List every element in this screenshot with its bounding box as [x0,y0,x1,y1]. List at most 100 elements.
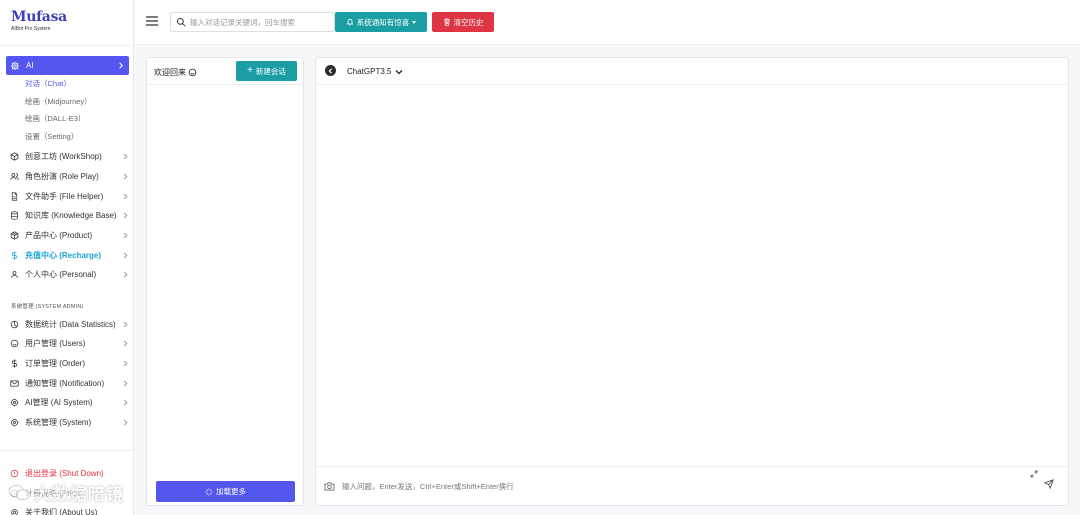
sidebar-item-system[interactable]: 系统管理 (System) [10,415,128,429]
welcome-text: 欢迎回来 [154,67,197,78]
model-name: ChatGPT3.5 [347,67,392,76]
bell-icon [346,18,354,26]
brand-subtitle: AIBot Pro System [11,26,51,32]
sidebar-item-label: 订单管理 (Order) [25,358,85,368]
chevron-right-icon [123,360,128,367]
sidebar-item-notification[interactable]: 通知管理 (Notification) [10,376,128,390]
sidebar-item-label: 数据统计 (Data Statistics) [25,319,116,329]
welcome-label: 欢迎回来 [154,68,186,77]
chevron-right-icon [123,321,128,328]
sidebar-item-users[interactable]: 用户管理 (Users) [10,336,128,350]
sidebar-item-label: 通知管理 (Notification) [25,378,105,388]
plus-icon: + [247,65,253,76]
chevron-right-icon [123,232,128,239]
search-icon [176,17,186,27]
chevron-right-icon [123,380,128,387]
new-conversation-label: 新建会话 [255,66,286,76]
sidebar-item-product[interactable]: 产品中心 (Product) [10,228,128,242]
chevron-down-icon [395,69,403,75]
chevron-right-icon [123,212,128,219]
notify-label: 系统通知有惊喜 [356,17,410,27]
chat-message-input[interactable] [342,478,1002,494]
power-icon [10,469,19,478]
chevron-right-icon [118,62,124,69]
send-icon[interactable] [1044,479,1054,489]
gear-icon [10,61,20,71]
top-header: 系统通知有惊喜 清空历史 [135,0,1080,45]
watermark: 大数据暗镜 [8,480,124,505]
camera-icon[interactable] [324,481,335,491]
sidebar-item-workshop[interactable]: 创意工坊 (WorkShop) [10,149,128,163]
brand-title: Mufasa [11,9,67,25]
chevron-right-icon [123,252,128,259]
sidebar-item-shut-down[interactable]: 退出登录 (Shut Down) [10,466,128,480]
sidebar-subitem-dalle3[interactable]: 绘画（DALL-E3） [25,113,85,125]
conversation-list-header: 欢迎回来 + 新建会话 [147,58,303,85]
pie-chart-icon [10,320,19,329]
sidebar-item-label: 角色扮演 (Role Play) [25,171,99,181]
loading-spinner-icon [205,488,213,496]
sidebar-item-recharge[interactable]: 充值中心 (Recharge) [10,248,128,262]
sidebar-item-ai[interactable]: AI [6,56,129,75]
sidebar-item-label: 知识库 (Knowledge Base) [25,210,117,220]
sidebar-item-role-play[interactable]: 角色扮演 (Role Play) [10,169,128,183]
sidebar-item-knowledge-base[interactable]: 知识库 (Knowledge Base) [10,208,128,222]
sidebar-item-label: 用户管理 (Users) [25,338,86,348]
file-icon [10,191,19,201]
expand-icon[interactable] [1030,470,1038,478]
watermark-text: 大数据暗镜 [34,485,124,504]
sidebar: Mufasa AIBot Pro System AI 对话（Chat） 绘画（M… [0,0,134,515]
sidebar-subitem-midjourney[interactable]: 绘画（Midjourney） [25,96,92,108]
users-icon [10,172,19,181]
system-notification-button[interactable]: 系统通知有惊喜 [335,12,427,32]
model-selector[interactable]: ChatGPT3.5 [347,67,403,76]
sidebar-item-label: 个人中心 (Personal) [25,269,97,279]
chevron-right-icon [123,419,128,426]
sidebar-divider [0,45,133,46]
sidebar-item-label: 文件助手 (File Helper) [25,191,104,201]
chat-header: ChatGPT3.5 [316,58,1068,85]
gear-icon [10,508,19,515]
sidebar-item-about-us[interactable]: 关于我们 (About Us) [10,505,128,515]
sidebar-item-label: AI [26,61,34,70]
chat-input-area [316,466,1068,506]
sidebar-subitem-setting[interactable]: 设置（Setting） [25,131,78,143]
sidebar-item-personal[interactable]: 个人中心 (Personal) [10,267,128,281]
collapse-button[interactable] [325,65,336,76]
search-input[interactable] [190,17,330,27]
sidebar-item-label: 关于我们 (About Us) [25,507,98,515]
caret-down-icon [412,20,417,24]
chevron-left-icon [328,67,333,74]
new-conversation-button[interactable]: + 新建会话 [236,61,297,81]
brand-logo[interactable]: Mufasa AIBot Pro System [11,9,67,32]
conversation-list-panel: 欢迎回来 + 新建会话 加载更多 [146,57,304,506]
sidebar-item-data-statistics[interactable]: 数据统计 (Data Statistics) [10,317,128,331]
chevron-right-icon [123,153,128,160]
admin-section-title: 系统管理 (SYSTEM ADMIN) [11,304,84,310]
chat-panel: ChatGPT3.5 [315,57,1069,506]
trash-icon [443,18,451,26]
chevron-right-icon [123,399,128,406]
hamburger-menu-icon[interactable] [146,16,158,26]
sidebar-item-order[interactable]: 订单管理 (Order) [10,356,128,370]
gear-icon [10,398,19,407]
load-more-label: 加载更多 [216,487,246,496]
smile-icon [188,68,197,77]
sidebar-item-ai-system[interactable]: AI管理 (AI System) [10,395,128,409]
clear-label: 清空历史 [453,17,484,27]
clear-history-button[interactable]: 清空历史 [432,12,494,32]
sidebar-item-label: 充值中心 (Recharge) [25,250,102,260]
sidebar-item-file-helper[interactable]: 文件助手 (File Helper) [10,189,128,203]
search-box [170,12,335,32]
user-icon [10,270,19,279]
chevron-right-icon [123,173,128,180]
sidebar-divider [0,450,133,451]
cube-icon [10,151,19,161]
sidebar-item-label: 产品中心 (Product) [25,230,93,240]
sidebar-subitem-chat[interactable]: 对话（Chat） [25,78,71,90]
load-more-button[interactable]: 加载更多 [156,481,295,502]
chevron-right-icon [123,271,128,278]
dollar-icon [10,358,19,368]
dollar-icon [10,250,19,260]
smile-icon [10,339,19,348]
